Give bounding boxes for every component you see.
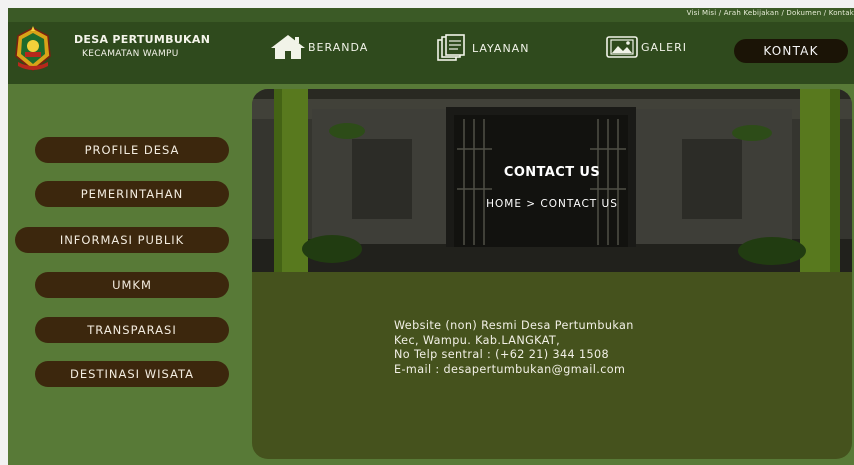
brand[interactable]: DESA PERTUMBUKAN KECAMATAN WAMPU <box>74 33 210 59</box>
top-links[interactable]: Visi Misi / Arah Kebijakan / Dokumen / K… <box>687 9 854 17</box>
main-content: PROFILE DESA PEMERINTAHAN INFORMASI PUBL… <box>8 84 854 465</box>
sidebar-item-transparasi[interactable]: TRANSPARASI <box>35 317 229 343</box>
contact-panel: CONTACT US HOME > CONTACT US Website (no… <box>252 89 852 459</box>
nav-beranda[interactable]: BERANDA <box>270 34 368 60</box>
sidebar-item-destinasi-wisata[interactable]: DESTINASI WISATA <box>35 361 229 387</box>
breadcrumb[interactable]: HOME > CONTACT US <box>252 198 852 210</box>
house-photo <box>252 89 852 272</box>
contact-line-phone: No Telp sentral : (+62 21) 344 1508 <box>394 348 610 361</box>
contact-line-website: Website (non) Resmi Desa Pertumbukan <box>394 319 634 332</box>
nav-layanan[interactable]: LAYANAN <box>436 34 529 62</box>
contact-line-email[interactable]: E-mail : desapertumbukan@gmail.com <box>394 363 634 378</box>
sidebar-item-profile-desa[interactable]: PROFILE DESA <box>35 137 229 163</box>
nav-kontak-button[interactable]: KONTAK <box>734 39 848 63</box>
documents-icon <box>437 34 465 61</box>
nav-layanan-label: LAYANAN <box>472 41 530 55</box>
home-icon <box>271 35 305 59</box>
top-bar: Visi Misi / Arah Kebijakan / Dokumen / K… <box>8 8 854 22</box>
village-emblem-logo[interactable] <box>10 26 56 72</box>
nav-galeri-label: GALERI <box>641 40 688 54</box>
hero-banner: CONTACT US HOME > CONTACT US <box>252 89 852 272</box>
page-title: CONTACT US <box>503 165 601 180</box>
brand-name: DESA PERTUMBUKAN <box>74 33 211 46</box>
contact-info: Website (non) Resmi Desa Pertumbukan Kec… <box>394 319 634 377</box>
sidebar-item-informasi-publik[interactable]: INFORMASI PUBLIK <box>15 227 229 253</box>
nav-galeri[interactable]: GALERI <box>605 34 687 60</box>
nav-beranda-label: BERANDA <box>308 40 369 54</box>
brand-subtitle: KECAMATAN WAMPU <box>82 49 179 59</box>
sidebar-item-pemerintahan[interactable]: PEMERINTAHAN <box>35 181 229 207</box>
site-header: DESA PERTUMBUKAN KECAMATAN WAMPU BERANDA… <box>8 22 854 84</box>
contact-line-address: Kec, Wampu. Kab.LANGKAT, <box>394 333 561 347</box>
gallery-icon <box>606 36 638 58</box>
nav-kontak-label: KONTAK <box>763 44 819 58</box>
sidebar-item-umkm[interactable]: UMKM <box>35 272 229 298</box>
sidebar: PROFILE DESA PEMERINTAHAN INFORMASI PUBL… <box>8 84 248 465</box>
